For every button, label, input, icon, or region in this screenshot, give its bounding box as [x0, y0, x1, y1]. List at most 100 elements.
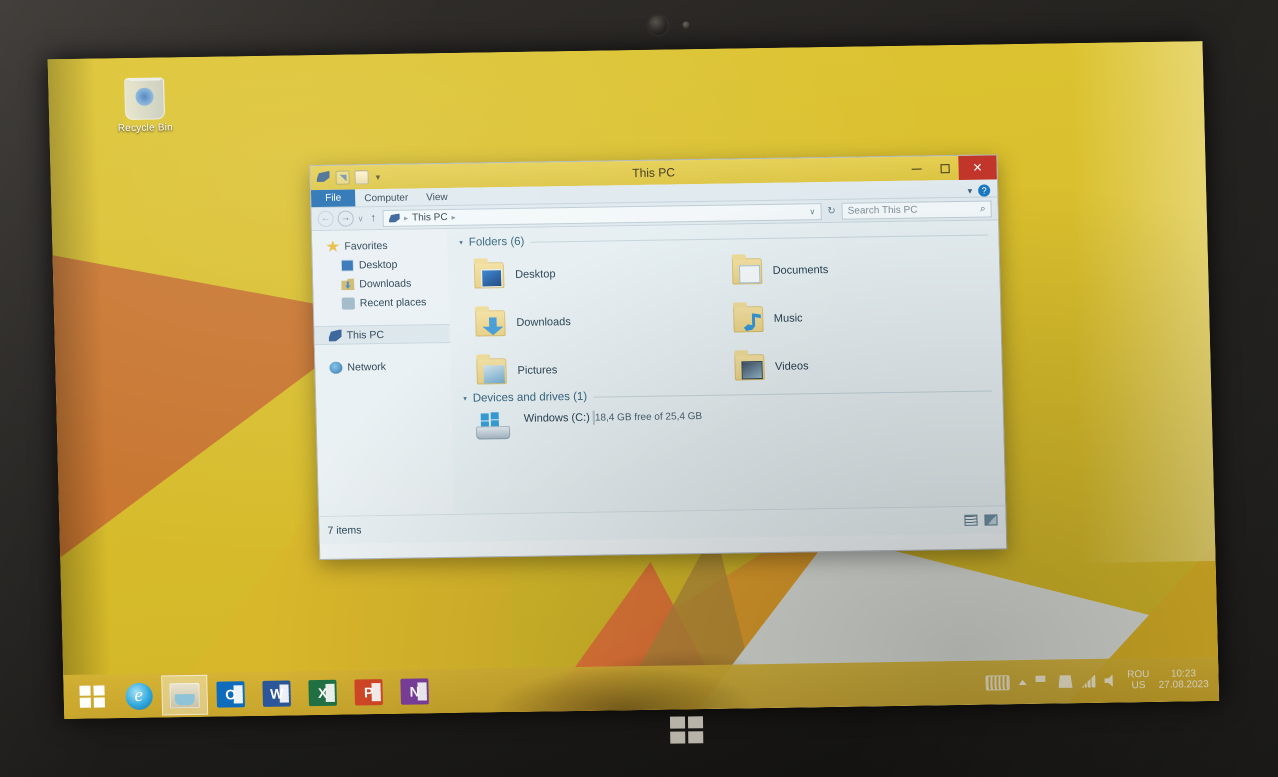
nav-label: This PC	[346, 328, 385, 342]
tab-file[interactable]: File	[310, 189, 356, 208]
recent-locations-icon[interactable]: ∨	[358, 214, 364, 223]
network-icon	[329, 361, 343, 374]
system-tray[interactable]: ROU US 10:23 27.08.2023	[985, 668, 1219, 694]
volume-icon[interactable]	[1104, 674, 1118, 687]
address-dropdown-icon[interactable]: ∨	[809, 207, 815, 216]
wifi-icon[interactable]	[1081, 674, 1095, 687]
folder-item-downloads[interactable]: Downloads	[475, 301, 733, 343]
search-icon[interactable]: ⌕	[980, 203, 986, 214]
show-hidden-icons-icon[interactable]	[1018, 679, 1027, 685]
help-icon[interactable]: ?	[978, 184, 991, 197]
internet-explorer-button[interactable]: e	[115, 676, 162, 717]
folder-downloads-icon	[475, 310, 506, 337]
search-placeholder: Search This PC	[847, 204, 918, 217]
nav-item-downloads[interactable]: Downloads	[313, 273, 448, 294]
content-pane[interactable]: ▾ Folders (6) Desktop Documents Download…	[446, 220, 1006, 514]
file-explorer-icon	[169, 682, 200, 708]
desktop-icon-recycle-bin[interactable]: Recycle Bin	[106, 77, 183, 134]
action-center-icon[interactable]	[1058, 675, 1072, 688]
this-pc-icon[interactable]	[316, 171, 330, 185]
star-icon	[326, 240, 339, 252]
flag-icon[interactable]	[1035, 675, 1049, 688]
properties-icon[interactable]	[335, 170, 350, 185]
collapse-triangle-icon[interactable]: ▾	[463, 395, 467, 403]
minimize-button[interactable]	[902, 156, 931, 180]
navigation-pane[interactable]: Favorites Desktop Downloads Recent place…	[311, 228, 455, 517]
nav-item-network[interactable]: Network	[315, 356, 450, 377]
windows-logo-icon	[79, 684, 106, 708]
tablet-screen: Recycle Bin ▾ This PC ✕ File Computer Vi…	[47, 41, 1220, 720]
recycle-bin-icon	[124, 77, 166, 121]
clock-time: 10:23	[1170, 668, 1197, 680]
folders-group-header[interactable]: ▾ Folders (6)	[459, 228, 989, 249]
quick-access-toolbar[interactable]: ▾	[310, 170, 380, 185]
up-button[interactable]: ↑	[367, 212, 379, 224]
folder-item-pictures[interactable]: Pictures	[476, 349, 734, 391]
start-button[interactable]	[69, 676, 116, 717]
powerpoint-button[interactable]: P	[345, 672, 392, 713]
clock[interactable]: 10:23 27.08.2023	[1158, 668, 1209, 691]
word-icon: W	[262, 680, 292, 707]
folder-music-icon	[732, 306, 764, 333]
wallpaper-shape	[1067, 41, 1220, 564]
recent-places-icon	[341, 296, 355, 310]
outlook-button[interactable]: O	[207, 674, 254, 715]
details-view-icon[interactable]	[964, 514, 978, 526]
file-explorer-button[interactable]	[161, 674, 209, 716]
divider	[530, 233, 989, 243]
breadcrumb[interactable]: ▸ This PC ▸ ∨	[382, 202, 822, 227]
folder-pictures-icon	[476, 358, 507, 385]
file-explorer-window[interactable]: ▾ This PC ✕ File Computer View ▾ ? ← → ∨…	[309, 154, 1008, 561]
new-folder-icon[interactable]	[354, 170, 369, 185]
desktop-icon-label: Recycle Bin	[117, 122, 173, 135]
downloads-icon	[341, 278, 354, 290]
divider	[593, 389, 993, 398]
windows-home-button-icon[interactable]	[669, 716, 706, 746]
drive-item-windows-c[interactable]: Windows (C:) 18,4 GB free of 25,4 GB	[474, 404, 994, 442]
folder-label: Documents	[772, 264, 829, 277]
folder-label: Videos	[774, 360, 809, 373]
nav-label: Recent places	[359, 295, 427, 309]
nav-item-favorites[interactable]: Favorites	[312, 235, 447, 256]
outlook-icon: O	[216, 681, 246, 708]
desktop-icon	[340, 258, 355, 272]
folder-documents-icon	[731, 258, 762, 285]
qat-dropdown-icon[interactable]: ▾	[375, 172, 380, 183]
breadcrumb-item-this-pc[interactable]: This PC	[412, 211, 448, 223]
breadcrumb-separator: ▸	[403, 213, 409, 223]
tab-computer[interactable]: Computer	[355, 190, 417, 206]
breadcrumb-separator: ▸	[451, 212, 456, 222]
collapse-triangle-icon[interactable]: ▾	[459, 239, 463, 247]
light-sensor-icon	[682, 21, 690, 29]
folder-videos-icon	[733, 354, 765, 381]
refresh-icon[interactable]: ↻	[825, 205, 838, 216]
onenote-button[interactable]: N	[391, 671, 438, 712]
onenote-icon: N	[400, 678, 429, 705]
folder-item-desktop[interactable]: Desktop	[473, 253, 732, 295]
large-icons-view-icon[interactable]	[984, 514, 998, 526]
window-controls[interactable]: ✕	[902, 155, 997, 180]
nav-item-this-pc[interactable]: This PC	[314, 323, 450, 346]
search-input[interactable]: Search This PC ⌕	[841, 199, 992, 220]
folder-grid[interactable]: Desktop Documents Downloads Music Pictur…	[473, 248, 992, 391]
status-item-count: 7 items	[327, 523, 362, 537]
tab-view[interactable]: View	[417, 190, 457, 206]
back-button[interactable]: ←	[317, 210, 334, 228]
windows-drive-icon	[474, 412, 513, 443]
folder-item-music[interactable]: Music	[732, 296, 990, 338]
finger-shadow	[493, 664, 755, 713]
folder-item-videos[interactable]: Videos	[733, 344, 992, 386]
chevron-down-icon[interactable]: ▾	[968, 185, 973, 196]
nav-item-desktop[interactable]: Desktop	[313, 254, 448, 275]
maximize-button[interactable]	[930, 156, 959, 180]
word-button[interactable]: W	[253, 673, 300, 714]
language-indicator[interactable]: ROU US	[1127, 669, 1150, 691]
excel-button[interactable]: X	[299, 673, 346, 714]
nav-item-recent-places[interactable]: Recent places	[314, 292, 449, 313]
clock-date: 27.08.2023	[1158, 679, 1209, 691]
touch-keyboard-icon[interactable]	[985, 674, 1010, 691]
folder-item-documents[interactable]: Documents	[731, 248, 989, 290]
internet-explorer-icon: e	[124, 682, 153, 710]
close-button[interactable]: ✕	[958, 155, 997, 180]
forward-button[interactable]: →	[337, 210, 354, 227]
